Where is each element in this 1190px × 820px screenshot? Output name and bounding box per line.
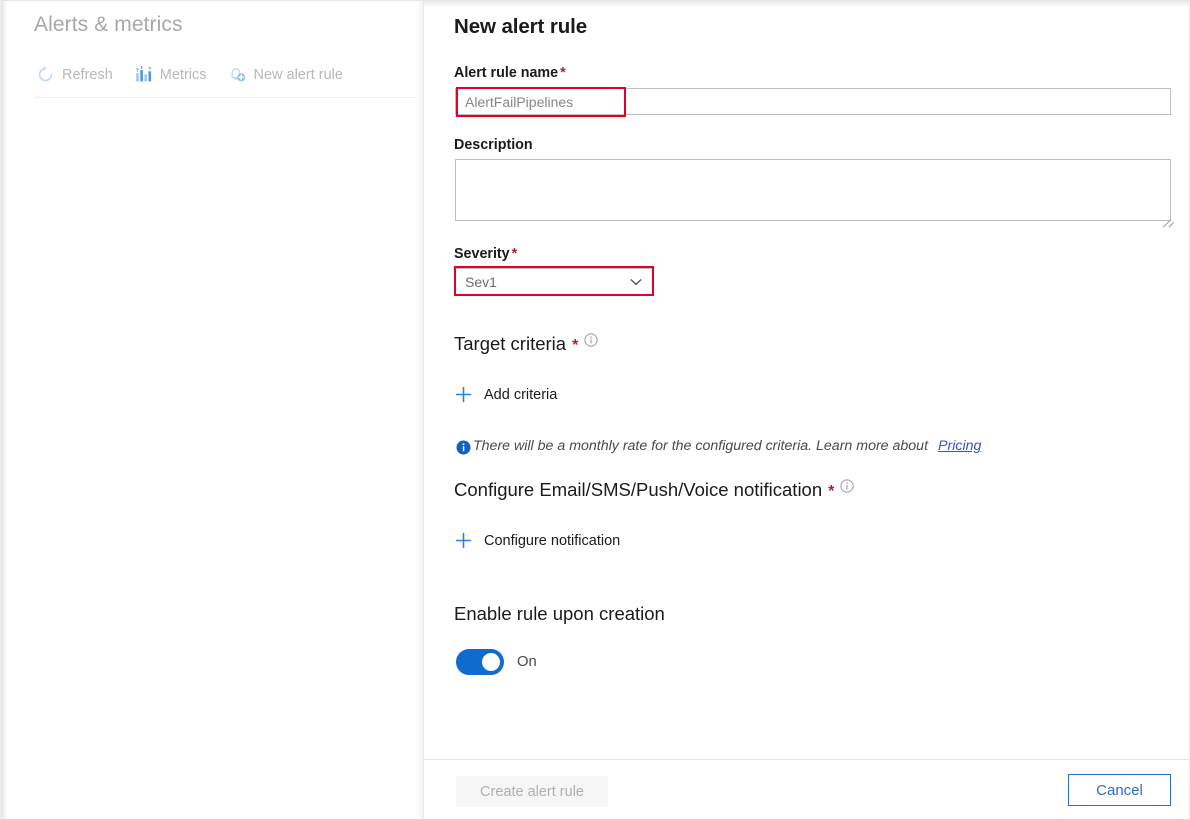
refresh-icon <box>36 65 55 84</box>
info-circle-icon[interactable] <box>840 479 854 493</box>
blade-title: New alert rule <box>454 15 588 38</box>
page-title: Alerts & metrics <box>34 13 183 36</box>
required-marker: * <box>560 65 566 81</box>
blade-footer: Create alert rule Cancel <box>424 759 1189 819</box>
enable-rule-toggle-row: On <box>456 649 537 675</box>
add-criteria-button[interactable]: Add criteria <box>455 386 557 403</box>
toolbar-item-new-alert-rule-label: New alert rule <box>253 66 343 83</box>
required-marker: * <box>511 246 518 262</box>
required-marker: * <box>572 337 579 354</box>
alert-rule-name-input[interactable] <box>455 88 1171 115</box>
toolbar-item-metrics[interactable]: Metrics <box>132 63 217 86</box>
info-filled-icon <box>456 440 471 455</box>
panel-left-edge-shade <box>1 1 7 819</box>
configure-notification-button[interactable]: Configure notification <box>455 532 620 549</box>
configure-notification-label: Configure notification <box>484 532 621 549</box>
metrics-bar-chart-icon <box>134 65 153 84</box>
toolbar-item-refresh[interactable]: Refresh <box>34 63 123 86</box>
description-label: Description <box>454 137 533 153</box>
create-alert-rule-button[interactable]: Create alert rule <box>456 776 608 807</box>
alerts-metrics-panel: Alerts & metrics Refresh Metrics New ale… <box>1 1 423 819</box>
severity-label: Severity * <box>454 246 518 262</box>
pricing-info-note: There will be a monthly rate for the con… <box>456 438 981 454</box>
chevron-down-icon <box>628 274 644 290</box>
info-circle-icon[interactable] <box>584 333 598 347</box>
pricing-link[interactable]: Pricing <box>938 438 981 454</box>
plus-icon <box>455 386 472 403</box>
severity-select[interactable]: Sev1 <box>455 268 653 295</box>
toolbar-divider <box>34 97 415 98</box>
configure-notification-heading: Configure Email/SMS/Push/Voice notificat… <box>454 479 854 501</box>
blade-form: New alert rule Alert rule name* Descript… <box>424 1 1189 759</box>
azure-portal-screen: Alerts & metrics Refresh Metrics New ale… <box>0 0 1190 820</box>
description-textarea[interactable] <box>455 159 1171 221</box>
cancel-button[interactable]: Cancel <box>1068 774 1171 806</box>
add-criteria-label: Add criteria <box>484 386 558 403</box>
alert-rule-name-label: Alert rule name * <box>454 65 566 81</box>
plus-icon <box>455 532 472 549</box>
enable-rule-toggle[interactable] <box>456 649 504 675</box>
toolbar-item-refresh-label: Refresh <box>62 66 113 83</box>
new-alert-rule-bell-plus-icon <box>228 65 247 84</box>
target-criteria-heading: Target criteria * <box>454 333 598 355</box>
enable-rule-toggle-state: On <box>517 654 537 670</box>
pricing-info-text: There will be a monthly rate for the con… <box>473 438 929 454</box>
enable-rule-heading: Enable rule upon creation <box>454 603 665 624</box>
panel-divider-shade <box>416 1 423 819</box>
command-toolbar: Refresh Metrics New alert rule <box>34 63 362 86</box>
severity-selected-value: Sev1 <box>465 273 497 290</box>
required-marker: * <box>828 483 835 500</box>
toggle-knob <box>482 653 500 671</box>
toolbar-item-metrics-label: Metrics <box>159 66 207 83</box>
toolbar-item-new-alert-rule[interactable]: New alert rule <box>226 63 353 86</box>
new-alert-rule-blade: New alert rule Alert rule name* Descript… <box>424 1 1189 819</box>
